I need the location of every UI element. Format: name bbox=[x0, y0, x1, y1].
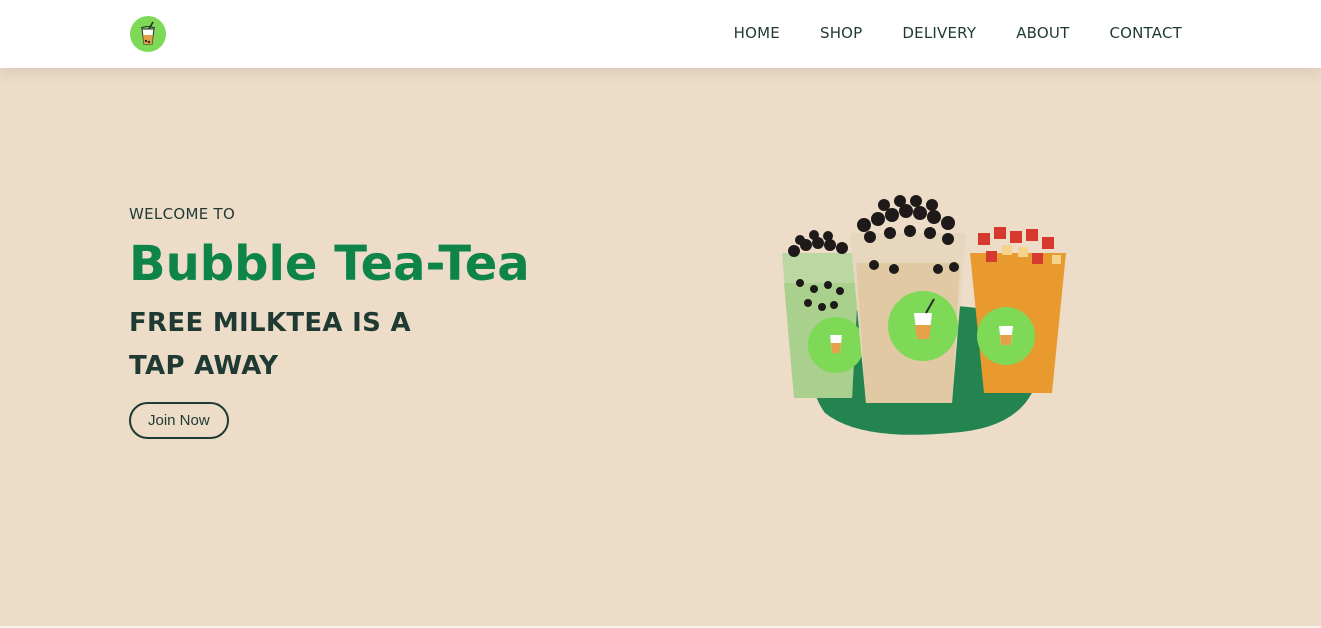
brand-title: Bubble Tea-Tea bbox=[129, 236, 530, 292]
tagline: FREE MILKTEA IS A TAP AWAY bbox=[129, 302, 429, 388]
hero-section: WELCOME TO Bubble Tea-Tea FREE MILKTEA I… bbox=[0, 68, 1321, 628]
navbar: HOME SHOP DELIVERY ABOUT CONTACT bbox=[0, 0, 1321, 68]
tagline-line-2: TAP AWAY bbox=[129, 351, 279, 381]
nav-menu: HOME SHOP DELIVERY ABOUT CONTACT bbox=[734, 23, 1182, 43]
join-now-button[interactable]: Join Now bbox=[129, 402, 229, 439]
nav-shop[interactable]: SHOP bbox=[820, 23, 862, 43]
bubble-tea-logo-icon[interactable] bbox=[130, 16, 166, 52]
nav-delivery[interactable]: DELIVERY bbox=[902, 23, 976, 43]
nav-about[interactable]: ABOUT bbox=[1016, 23, 1069, 43]
nav-home[interactable]: HOME bbox=[734, 23, 780, 43]
tagline-line-1: FREE MILKTEA IS A bbox=[129, 308, 411, 338]
bubble-tea-cups-image bbox=[770, 193, 1080, 443]
welcome-label: WELCOME TO bbox=[129, 205, 236, 223]
nav-contact[interactable]: CONTACT bbox=[1109, 23, 1182, 43]
hero-text: WELCOME TO Bubble Tea-Tea FREE MILKTEA I… bbox=[129, 204, 530, 439]
